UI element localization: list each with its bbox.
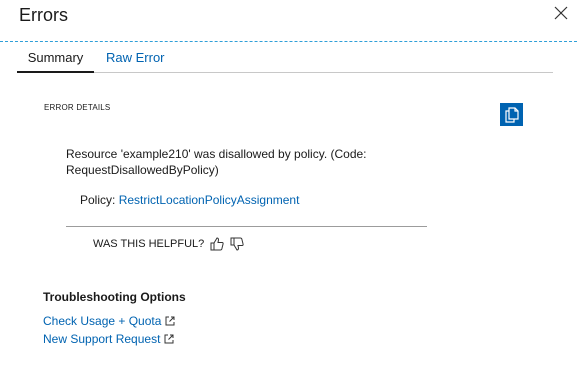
blade-title: Errors xyxy=(19,5,68,25)
tab-summary[interactable]: Summary xyxy=(17,50,94,73)
new-support-request-link[interactable]: New Support Request xyxy=(43,332,174,346)
policy-line: Policy: RestrictLocationPolicyAssignment xyxy=(80,193,299,207)
divider xyxy=(66,226,427,227)
troubleshooting-heading: Troubleshooting Options xyxy=(43,290,186,304)
tab-bar: Summary Raw Error xyxy=(17,45,553,73)
copy-button[interactable] xyxy=(500,103,523,126)
policy-label: Policy: xyxy=(80,193,116,207)
error-details-label: ERROR DETAILS xyxy=(44,103,111,112)
close-button[interactable] xyxy=(553,5,569,21)
error-message: Resource 'example210' was disallowed by … xyxy=(66,147,367,177)
external-link-icon xyxy=(165,316,175,326)
copy-icon xyxy=(504,106,519,123)
feedback-row: WAS THIS HELPFUL? xyxy=(93,236,244,252)
external-link-icon xyxy=(164,334,174,344)
policy-link[interactable]: RestrictLocationPolicyAssignment xyxy=(119,193,300,207)
feedback-question: WAS THIS HELPFUL? xyxy=(93,238,205,250)
close-icon xyxy=(554,6,568,20)
blade-header: Errors xyxy=(0,0,577,42)
link-label: New Support Request xyxy=(43,332,161,346)
check-usage-quota-link[interactable]: Check Usage + Quota xyxy=(43,314,175,328)
thumbs-down-icon[interactable] xyxy=(230,237,244,251)
tab-raw-error[interactable]: Raw Error xyxy=(106,50,165,73)
link-label: Check Usage + Quota xyxy=(43,314,162,328)
thumbs-up-icon[interactable] xyxy=(210,237,224,251)
errors-blade: Errors Summary Raw Error ERROR DETAILS R… xyxy=(0,0,577,366)
